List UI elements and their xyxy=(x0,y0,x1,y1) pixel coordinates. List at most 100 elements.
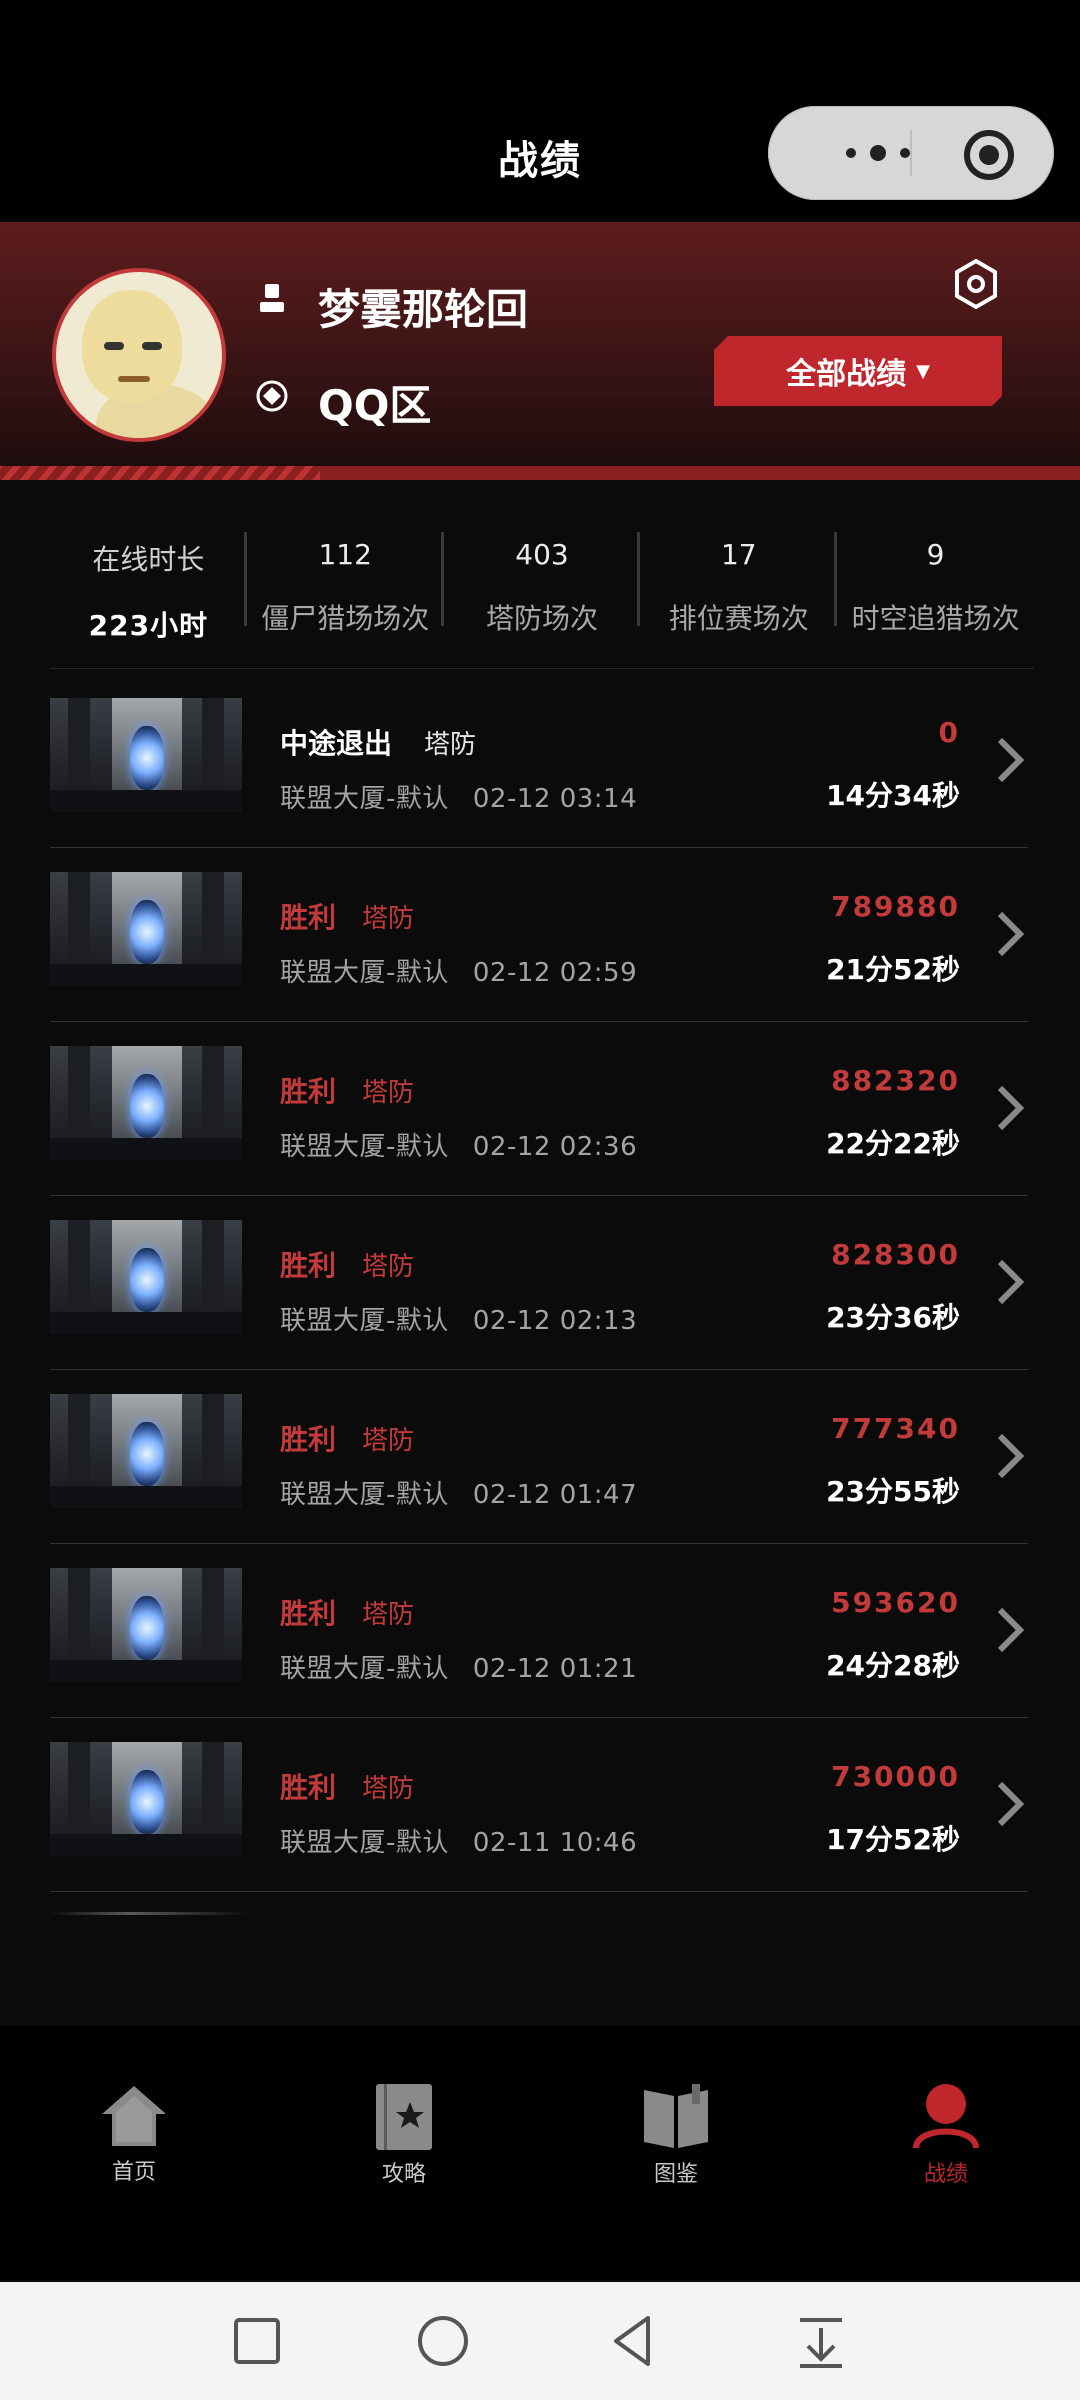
record-row[interactable]: 胜利 塔防 联盟大厦-默认 02-11 10:46 730000 17分52秒 xyxy=(50,1718,1030,1892)
nav-home[interactable]: 首页 xyxy=(34,2026,234,2186)
nav-label: 攻略 xyxy=(381,2162,426,2187)
avatar-eye xyxy=(104,342,124,350)
user-icon xyxy=(260,284,284,312)
record-detail: 联盟大厦-默认 02-12 02:13 xyxy=(280,1300,637,1337)
user-name: 梦霎那轮回 xyxy=(318,285,529,334)
record-score: 0 xyxy=(938,716,960,749)
record-time: 02-11 10:46 xyxy=(472,1828,638,1858)
nav-label: 战绩 xyxy=(923,2162,968,2187)
record-result: 胜利 xyxy=(280,1597,337,1630)
stat-online-time: 在线时长 223小时 xyxy=(50,522,247,642)
thumb-orb xyxy=(130,1074,164,1138)
record-result: 胜利 xyxy=(280,1249,337,1282)
stat-zombie-hunt: 112 僵尸猎场场次 xyxy=(247,522,444,642)
record-detail: 联盟大厦-默认 02-12 02:36 xyxy=(280,1126,637,1163)
thumb-orb xyxy=(130,1248,164,1312)
record-time: 02-12 01:47 xyxy=(472,1480,638,1510)
record-result: 胜利 xyxy=(280,1423,337,1456)
record-time: 02-12 02:36 xyxy=(472,1132,638,1162)
nav-encyclopedia[interactable]: 图鉴 xyxy=(576,2026,776,2188)
chevron-right-icon xyxy=(997,911,1025,957)
stat-label: 排位赛场次 xyxy=(668,602,809,635)
more-menu-button[interactable] xyxy=(808,106,948,200)
thumb-floor xyxy=(50,790,242,812)
all-records-filter-button[interactable]: 全部战绩 ▼ xyxy=(714,336,1002,406)
nav-records[interactable]: 战绩 xyxy=(846,2026,1046,2188)
record-map: 联盟大厦-默认 xyxy=(280,1654,449,1684)
thumb-floor xyxy=(50,1834,242,1856)
record-score: 789880 xyxy=(831,890,960,923)
record-row[interactable]: 胜利 塔防 联盟大厦-默认 02-12 02:36 882320 22分22秒 xyxy=(50,1022,1030,1196)
thumb-orb xyxy=(130,1770,164,1834)
list-end-indicator xyxy=(50,1912,250,1915)
stat-label: 在线时长 xyxy=(92,543,205,576)
record-mode: 塔防 xyxy=(424,730,477,760)
record-score: 777340 xyxy=(831,1412,960,1445)
close-miniapp-icon[interactable] xyxy=(964,130,1014,180)
more-icon xyxy=(846,148,856,158)
record-score: 593620 xyxy=(831,1586,960,1619)
stats-bar: 在线时长 223小时 112 僵尸猎场场次 403 塔防场次 17 排位赛场次 … xyxy=(50,522,1034,642)
record-row[interactable]: 中途退出 塔防 联盟大厦-默认 02-12 03:14 0 14分34秒 xyxy=(50,674,1030,848)
record-detail: 联盟大厦-默认 02-11 10:46 xyxy=(280,1822,637,1859)
notification-pulldown-icon[interactable] xyxy=(786,2306,856,2376)
record-duration: 24分28秒 xyxy=(826,1649,960,1682)
profile-header-edge xyxy=(0,466,1080,480)
record-row[interactable]: 胜利 塔防 联盟大厦-默认 02-12 02:59 789880 21分52秒 xyxy=(50,848,1030,1022)
chevron-right-icon xyxy=(997,1433,1025,1479)
recents-icon[interactable] xyxy=(222,2306,292,2376)
record-time: 02-12 02:13 xyxy=(472,1306,638,1336)
avatar-mouth xyxy=(118,376,150,382)
nav-guide[interactable]: 攻略 xyxy=(304,2026,504,2188)
record-mode: 塔防 xyxy=(362,1252,415,1282)
record-score: 730000 xyxy=(831,1760,960,1793)
stat-label: 时空追猎场次 xyxy=(851,602,1020,635)
filter-label: 全部战绩 xyxy=(786,357,907,392)
record-time: 02-12 03:14 xyxy=(472,784,638,814)
stat-value: 9 xyxy=(926,538,945,571)
record-result: 胜利 xyxy=(280,901,337,934)
chevron-right-icon xyxy=(997,737,1025,783)
record-mode: 塔防 xyxy=(362,1600,415,1630)
settings-icon[interactable] xyxy=(952,258,1000,310)
record-detail: 联盟大厦-默认 02-12 01:21 xyxy=(280,1648,637,1685)
thumb-floor xyxy=(50,1312,242,1334)
record-row[interactable]: 胜利 塔防 联盟大厦-默认 02-12 02:13 828300 23分36秒 xyxy=(50,1196,1030,1370)
thumb-orb xyxy=(130,726,164,790)
stat-value: 17 xyxy=(720,538,757,571)
record-list: 中途退出 塔防 联盟大厦-默认 02-12 03:14 0 14分34秒 胜利 塔防 联盟大厦-… xyxy=(50,674,1030,1892)
record-duration: 22分22秒 xyxy=(826,1127,960,1160)
record-map: 联盟大厦-默认 xyxy=(280,1132,449,1162)
map-thumbnail xyxy=(50,1046,242,1160)
thumb-orb xyxy=(130,1596,164,1660)
record-map: 联盟大厦-默认 xyxy=(280,784,449,814)
record-result: 胜利 xyxy=(280,1075,337,1108)
record-mode: 塔防 xyxy=(362,1774,415,1804)
stat-label: 塔防场次 xyxy=(485,602,598,635)
capsule-divider xyxy=(910,130,912,176)
chevron-right-icon xyxy=(997,1085,1025,1131)
map-thumbnail xyxy=(50,1394,242,1508)
guide-icon xyxy=(376,2084,432,2150)
record-row[interactable]: 胜利 塔防 联盟大厦-默认 02-12 01:47 777340 23分55秒 xyxy=(50,1370,1030,1544)
record-time: 02-12 02:59 xyxy=(472,958,638,988)
home-circle-icon[interactable] xyxy=(408,2306,478,2376)
thumb-floor xyxy=(50,1138,242,1160)
book-icon xyxy=(644,2084,708,2148)
record-result: 胜利 xyxy=(280,1771,337,1804)
map-thumbnail xyxy=(50,1220,242,1334)
record-duration: 21分52秒 xyxy=(826,953,960,986)
nav-label: 图鉴 xyxy=(653,2162,698,2187)
map-thumbnail xyxy=(50,872,242,986)
more-icon-dot xyxy=(900,148,910,158)
record-row[interactable]: 胜利 塔防联盟大厦-默认 02-12 01:21 593620 24分28秒 xyxy=(50,1544,1030,1718)
back-icon[interactable] xyxy=(598,2306,668,2376)
thumb-floor xyxy=(50,1486,242,1508)
thumb-orb xyxy=(130,1422,164,1486)
more-icon-dot xyxy=(870,145,886,161)
map-thumbnail xyxy=(50,1742,242,1856)
hatch-decoration xyxy=(0,466,320,480)
record-score: 882320 xyxy=(831,1064,960,1097)
avatar[interactable] xyxy=(52,268,226,442)
chevron-down-icon: ▼ xyxy=(916,360,930,382)
